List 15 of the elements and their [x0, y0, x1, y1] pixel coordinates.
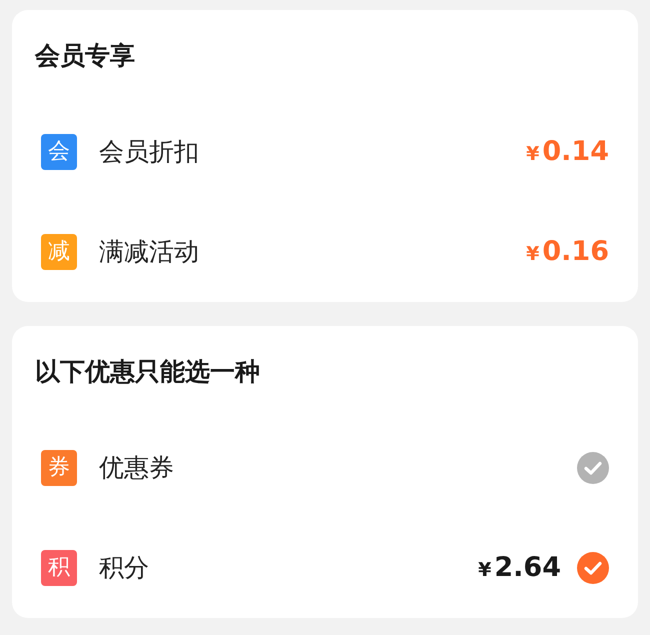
badge-label: 积 — [41, 550, 77, 586]
amount-value: ¥2.64 — [478, 550, 561, 585]
section-title: 以下优惠只能选一种 — [35, 356, 260, 388]
check-icon[interactable] — [577, 452, 609, 484]
item-label: 会员折扣 — [99, 136, 199, 168]
check-icon[interactable] — [577, 552, 609, 584]
item-label: 积分 — [99, 552, 149, 584]
badge-label: 会 — [41, 134, 77, 170]
badge-label: 券 — [41, 450, 77, 486]
item-label: 满减活动 — [99, 236, 199, 268]
item-label: 优惠券 — [99, 452, 174, 484]
section-title: 会员专享 — [35, 40, 135, 72]
badge-label: 减 — [41, 234, 77, 270]
amount-value: ¥0.14 — [526, 134, 609, 169]
amount-value: ¥0.16 — [526, 234, 609, 269]
